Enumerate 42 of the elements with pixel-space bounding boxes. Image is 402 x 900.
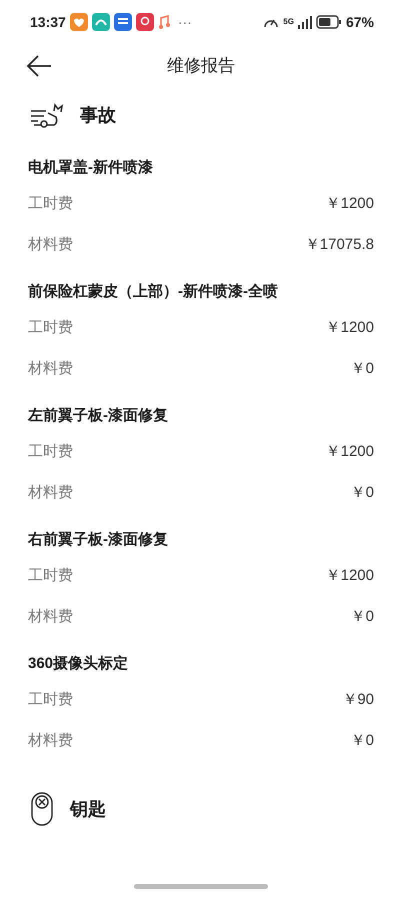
car-crash-icon: [30, 102, 64, 128]
repair-item-name: 右前翼子板-漆面修复: [28, 530, 168, 550]
repair-item-name: 电机罩盖-新件喷漆: [28, 158, 153, 178]
battery-icon: [316, 15, 342, 29]
fee-amount: ￥1200: [326, 442, 374, 462]
repair-item-name: 左前翼子板-漆面修复: [28, 406, 168, 426]
repair-item-name: 前保险杠蒙皮（上部）-新件喷漆-全喷: [28, 282, 278, 302]
app-notification-icon: [92, 13, 110, 31]
fee-label: 工时费: [28, 690, 73, 710]
fee-amount: ￥1200: [326, 566, 374, 586]
more-notifications: ···: [178, 12, 192, 32]
fee-amount: ￥90: [342, 690, 374, 710]
clock-time: 13:37: [30, 12, 66, 32]
fee-amount: ￥0: [350, 359, 374, 380]
fee-amount: ￥17075.8: [304, 235, 374, 256]
fee-label: 材料费: [28, 235, 73, 256]
repair-item-name: 360摄像头标定: [28, 654, 128, 674]
fee-label: 工时费: [28, 318, 73, 338]
music-note-icon: [158, 15, 170, 29]
signal-icon: [298, 15, 312, 29]
fee-amount: ￥0: [350, 483, 374, 504]
fee-label: 材料费: [28, 483, 73, 504]
fee-label: 材料费: [28, 607, 73, 628]
fee-amount: ￥0: [350, 607, 374, 628]
fee-amount: ￥1200: [326, 194, 374, 214]
app-notification-icon: [114, 13, 132, 31]
app-notification-icon: [70, 13, 88, 31]
fee-amount: ￥1200: [326, 318, 374, 338]
car-key-icon: [30, 791, 54, 827]
fee-label: 材料费: [28, 359, 73, 380]
page-title: 维修报告: [167, 55, 235, 78]
fee-label: 工时费: [28, 442, 73, 462]
app-notification-icon: [136, 13, 154, 31]
back-button[interactable]: [26, 54, 52, 78]
fee-label: 工时费: [28, 566, 73, 586]
battery-percent: 67%: [346, 12, 374, 32]
network-type: 5G: [283, 16, 294, 28]
fee-label: 工时费: [28, 194, 73, 214]
section-title: 事故: [80, 104, 116, 126]
fee-label: 材料费: [28, 731, 73, 752]
section-title: 钥匙: [70, 798, 106, 820]
fee-amount: ￥0: [350, 731, 374, 752]
